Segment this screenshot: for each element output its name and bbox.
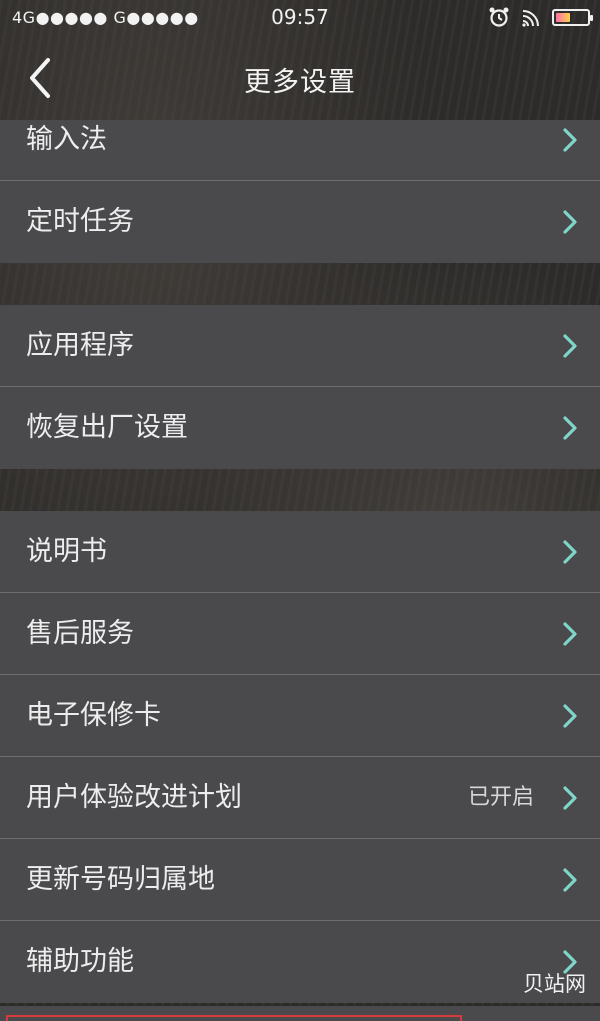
chevron-right-icon	[563, 868, 577, 892]
list-item-label: 说明书	[26, 536, 107, 567]
page-title: 更多设置	[244, 67, 356, 98]
chevron-right-icon	[563, 540, 577, 564]
list-item-label: 电子保修卡	[26, 700, 161, 731]
settings-group-3: 说明书 售后服务 电子保修卡 用户体验改进计划 已开启 更新号码归属地 辅助功能	[0, 511, 600, 1003]
list-item-partial[interactable]	[0, 1006, 600, 1021]
battery-icon	[552, 8, 593, 26]
status-icons	[488, 6, 593, 28]
watermark-text: 贝站网	[523, 972, 586, 996]
list-item-label: 用户体验改进计划	[26, 782, 242, 813]
settings-group-2: 应用程序 恢复出厂设置	[0, 305, 600, 469]
list-item-e-warranty-card[interactable]: 电子保修卡	[0, 675, 600, 757]
list-item-update-number-location[interactable]: 更新号码归属地	[0, 839, 600, 921]
list-item-label: 应用程序	[26, 330, 134, 361]
chevron-right-icon	[563, 210, 577, 234]
list-item-label: 更新号码归属地	[26, 864, 215, 895]
alarm-icon	[489, 7, 509, 27]
highlight-box	[6, 1015, 462, 1021]
list-item-label: 辅助功能	[26, 946, 134, 977]
chevron-right-icon	[563, 704, 577, 728]
chevron-right-icon	[563, 622, 577, 646]
list-item-user-experience-program[interactable]: 用户体验改进计划 已开启	[0, 757, 600, 839]
list-item-label: 售后服务	[26, 618, 134, 649]
settings-list: 输入法 定时任务 应用程序 恢复出厂设置 说明书 售后服务 电子保修卡 用户体验…	[0, 120, 600, 1003]
list-item-manual[interactable]: 说明书	[0, 511, 600, 593]
settings-group-1: 输入法 定时任务	[0, 120, 600, 263]
list-item-applications[interactable]: 应用程序	[0, 305, 600, 387]
list-item-input-method[interactable]: 输入法	[0, 120, 600, 181]
chevron-right-icon	[563, 416, 577, 440]
list-item-scheduled-tasks[interactable]: 定时任务	[0, 181, 600, 263]
chevron-right-icon	[563, 786, 577, 810]
chevron-right-icon	[563, 128, 577, 152]
wifi-icon	[522, 10, 539, 27]
battery-level	[556, 12, 570, 22]
chevron-right-icon	[563, 334, 577, 358]
navigation-bar: 更多设置	[0, 36, 600, 120]
list-item-label: 恢复出厂设置	[26, 412, 188, 443]
status-value: 已开启	[467, 785, 534, 810]
list-item-after-sales-service[interactable]: 售后服务	[0, 593, 600, 675]
list-item-factory-reset[interactable]: 恢复出厂设置	[0, 387, 600, 469]
list-item-accessibility[interactable]: 辅助功能	[0, 921, 600, 1003]
status-bar: 4G●●●●● G●●●●● 09:57	[0, 0, 600, 36]
list-item-label: 定时任务	[26, 206, 134, 237]
list-item-label: 输入法	[26, 124, 107, 155]
